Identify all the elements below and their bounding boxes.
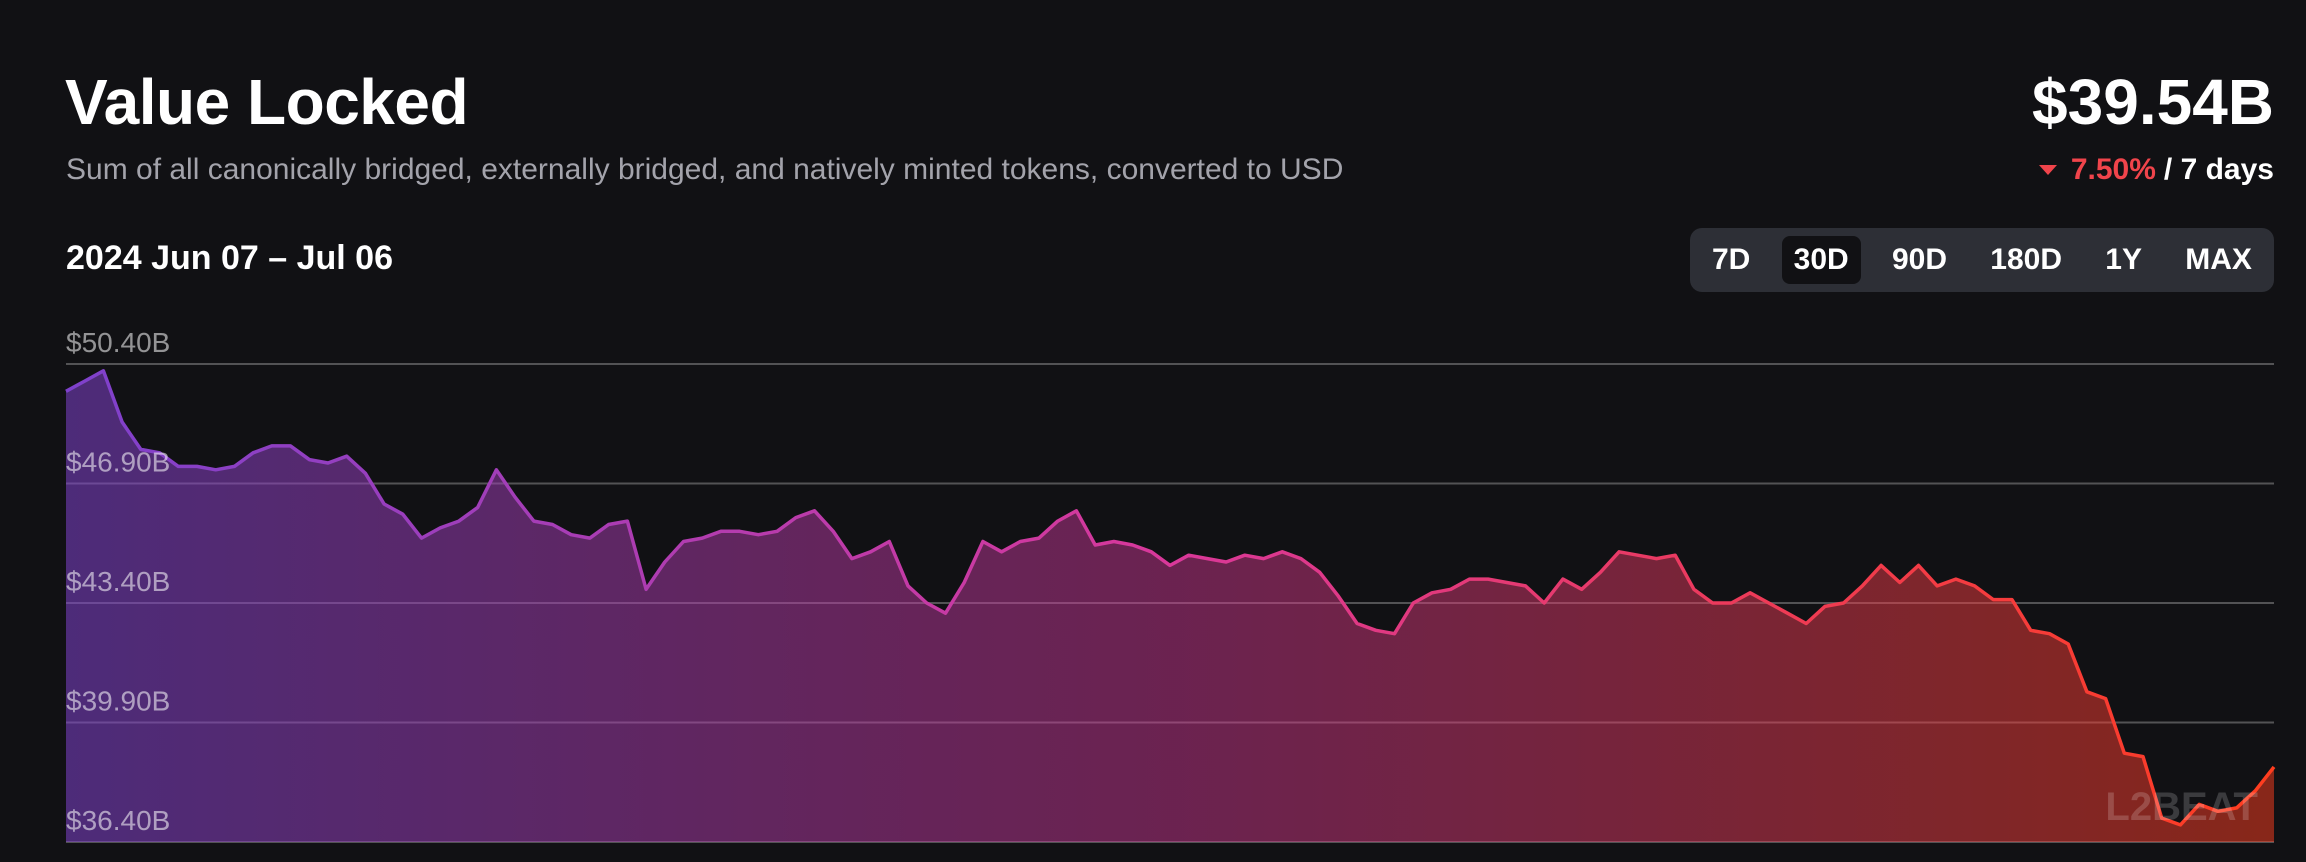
date-range: 2024 Jun 07 – Jul 06 [66,239,393,277]
l2beat-watermark: L2BEAT [2105,785,2258,829]
y-tick-label: $46.90B [66,447,170,478]
tab-30d[interactable]: 30D [1781,236,1861,284]
y-tick-label: $50.40B [66,327,170,358]
value-locked-chart[interactable]: $50.40B $46.90B $43.40B $39.90B $36.40B L2BE… [0,300,2306,862]
change-period: / 7 days [2163,153,2274,186]
tab-max[interactable]: MAX [2173,236,2264,284]
change-indicator: 7.50% / 7 days [2038,150,2274,190]
change-value: 7.50% [2070,153,2156,186]
y-tick-label: $36.40B [66,805,170,836]
page-subtitle: Sum of all canonically bridged, external… [66,153,1344,186]
value-locked-panel: Value Locked Sum of all canonically brid… [0,0,2306,862]
tab-90d[interactable]: 90D [1880,236,1959,284]
tab-180d[interactable]: 180D [1978,236,2074,284]
total-value: $39.54B [2032,66,2274,138]
tab-7d[interactable]: 7D [1700,236,1762,284]
page-title: Value Locked [65,66,469,138]
timeframe-tabs: 7D 30D 90D 180D 1Y MAX [1690,228,2274,292]
tab-1y[interactable]: 1Y [2093,236,2154,284]
caret-down-icon [2038,165,2057,175]
value-area-fill [66,370,2274,842]
y-tick-label: $43.40B [66,566,170,597]
y-tick-label: $39.90B [66,686,170,717]
